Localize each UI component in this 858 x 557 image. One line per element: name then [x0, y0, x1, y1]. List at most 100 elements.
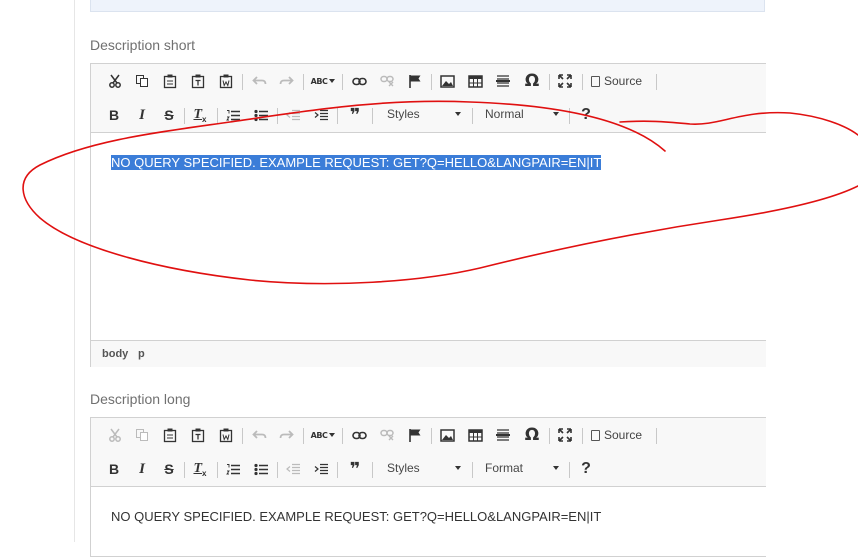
- content-paragraph[interactable]: NO QUERY SPECIFIED. EXAMPLE REQUEST: GET…: [111, 155, 602, 170]
- maximize-icon[interactable]: [557, 64, 573, 98]
- toolbar-separator: [656, 74, 657, 90]
- toolbar-separator: [184, 108, 185, 124]
- toolbar-separator: [337, 108, 338, 124]
- toolbar-separator: [342, 428, 343, 444]
- toolbar-separator: [217, 108, 218, 124]
- copy-icon[interactable]: [134, 64, 150, 98]
- redo-icon[interactable]: [277, 418, 295, 452]
- editor-toolbar: ABC Ω: [91, 64, 766, 133]
- toolbar-separator: [431, 74, 432, 90]
- paste-icon[interactable]: [162, 418, 178, 452]
- source-icon: [591, 429, 600, 441]
- horizontal-line-icon[interactable]: [495, 64, 511, 98]
- paste-from-word-icon[interactable]: [218, 64, 234, 98]
- bulleted-list-icon[interactable]: [253, 452, 269, 486]
- toolbar-separator: [372, 462, 373, 478]
- undo-icon[interactable]: [250, 64, 268, 98]
- toolbar-separator: [242, 74, 243, 90]
- table-icon[interactable]: [467, 418, 483, 452]
- source-icon: [591, 75, 600, 87]
- link-icon[interactable]: [351, 418, 367, 452]
- undo-icon[interactable]: [250, 418, 268, 452]
- help-icon[interactable]: ?: [578, 98, 594, 132]
- outdent-icon[interactable]: [285, 452, 301, 486]
- editor-content-area[interactable]: NO QUERY SPECIFIED. EXAMPLE REQUEST: GET…: [91, 487, 766, 547]
- styles-dropdown[interactable]: Styles: [379, 456, 467, 480]
- toolbar-separator: [277, 108, 278, 124]
- paste-text-icon[interactable]: [190, 418, 206, 452]
- toolbar-separator: [431, 428, 432, 444]
- image-icon[interactable]: [439, 418, 455, 452]
- unlink-icon[interactable]: [379, 64, 395, 98]
- italic-icon[interactable]: I: [135, 452, 149, 486]
- path-body[interactable]: body: [102, 348, 128, 360]
- paste-from-word-icon[interactable]: [218, 418, 234, 452]
- unlink-icon[interactable]: [379, 418, 395, 452]
- indent-icon[interactable]: [313, 98, 329, 132]
- chevron-down-icon: [455, 466, 461, 470]
- anchor-icon[interactable]: [407, 418, 423, 452]
- toolbar-separator: [303, 74, 304, 90]
- chevron-down-icon: [553, 466, 559, 470]
- outdent-icon[interactable]: [285, 98, 301, 132]
- path-p[interactable]: p: [138, 348, 145, 360]
- remove-format-icon[interactable]: Tx: [192, 98, 208, 132]
- chevron-down-icon: [455, 112, 461, 116]
- source-button[interactable]: Source: [591, 418, 651, 452]
- description-short-label: Description short: [90, 37, 196, 53]
- special-char-icon[interactable]: Ω: [523, 418, 541, 452]
- toolbar-row-1: ABC Ω Source: [91, 64, 766, 98]
- indent-icon[interactable]: [313, 452, 329, 486]
- redo-icon[interactable]: [277, 64, 295, 98]
- remove-format-icon[interactable]: Tx: [192, 452, 208, 486]
- cut-icon[interactable]: [107, 64, 123, 98]
- image-icon[interactable]: [439, 64, 455, 98]
- format-dropdown[interactable]: Format: [477, 456, 565, 480]
- maximize-icon[interactable]: [557, 418, 573, 452]
- toolbar-separator: [569, 462, 570, 478]
- table-icon[interactable]: [467, 64, 483, 98]
- toolbar-row-2: B I S Tx: [91, 452, 766, 486]
- page-divider: [74, 0, 75, 542]
- paste-text-icon[interactable]: [190, 64, 206, 98]
- anchor-icon[interactable]: [407, 64, 423, 98]
- styles-dropdown[interactable]: Styles: [379, 102, 467, 126]
- editor-content-area[interactable]: NO QUERY SPECIFIED. EXAMPLE REQUEST: GET…: [91, 133, 766, 333]
- numbered-list-icon[interactable]: [225, 98, 241, 132]
- toolbar-separator: [303, 428, 304, 444]
- spellcheck-icon[interactable]: ABC: [310, 418, 336, 452]
- bulleted-list-icon[interactable]: [253, 98, 269, 132]
- horizontal-line-icon[interactable]: [495, 418, 511, 452]
- numbered-list-icon[interactable]: [225, 452, 241, 486]
- toolbar-separator: [372, 108, 373, 124]
- copy-icon[interactable]: [134, 418, 150, 452]
- bold-icon[interactable]: B: [107, 452, 121, 486]
- chevron-down-icon: [553, 112, 559, 116]
- format-dropdown[interactable]: Normal: [477, 102, 565, 126]
- help-icon[interactable]: ?: [578, 452, 594, 486]
- selected-text[interactable]: NO QUERY SPECIFIED. EXAMPLE REQUEST: GET…: [111, 155, 602, 170]
- paste-icon[interactable]: [162, 64, 178, 98]
- toolbar-separator: [337, 462, 338, 478]
- toolbar-separator: [582, 428, 583, 444]
- link-icon[interactable]: [351, 64, 367, 98]
- source-button[interactable]: Source: [591, 64, 651, 98]
- content-paragraph[interactable]: NO QUERY SPECIFIED. EXAMPLE REQUEST: GET…: [111, 509, 601, 524]
- spellcheck-icon[interactable]: ABC: [310, 64, 336, 98]
- italic-icon[interactable]: I: [135, 98, 149, 132]
- strike-icon[interactable]: S: [162, 452, 176, 486]
- toolbar-separator: [656, 428, 657, 444]
- blockquote-icon[interactable]: ❞: [345, 98, 365, 132]
- toolbar-row-1: ABC Ω Source: [91, 418, 766, 452]
- strike-icon[interactable]: S: [162, 98, 176, 132]
- cut-icon[interactable]: [107, 418, 123, 452]
- toolbar-separator: [549, 74, 550, 90]
- bold-icon[interactable]: B: [107, 98, 121, 132]
- special-char-icon[interactable]: Ω: [523, 64, 541, 98]
- description-short-editor: ABC Ω Source B I S T x ❞ Styles Normal ?…: [90, 63, 766, 367]
- toolbar-separator: [184, 462, 185, 478]
- description-long-editor: ABC Ω Source B I S T x ❞ Styles Format ?…: [90, 417, 766, 557]
- blockquote-icon[interactable]: ❞: [345, 452, 365, 486]
- previous-field-box: [90, 0, 765, 12]
- toolbar-separator: [472, 462, 473, 478]
